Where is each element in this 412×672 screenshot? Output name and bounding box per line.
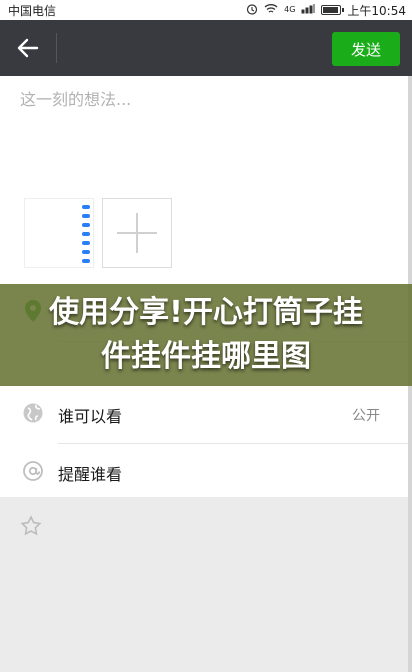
thumbnail-row: [28, 211, 90, 220]
back-arrow-icon[interactable]: [0, 20, 56, 76]
status-left: 中国电信: [8, 2, 56, 19]
top-app-bar: 发送: [0, 20, 412, 76]
at-icon: [22, 460, 44, 486]
who-can-see-label: 谁可以看: [58, 407, 123, 426]
alarm-icon: [246, 3, 258, 18]
header-divider: [56, 33, 57, 63]
status-bar: 中国电信 4G 上午10:54: [0, 0, 412, 20]
who-can-see-option[interactable]: 谁可以看 公开: [0, 386, 412, 444]
thumbnail-row: [28, 238, 90, 247]
thumbnail-row: [28, 247, 90, 256]
globe-icon: [22, 402, 44, 428]
toggle-icon: [82, 222, 90, 227]
who-can-see-value: 公开: [352, 408, 380, 424]
star-icon: [20, 515, 42, 541]
attached-image-thumbnail[interactable]: [24, 198, 94, 268]
signal-icon: [301, 3, 315, 17]
plus-icon: [117, 213, 157, 253]
remind-who-label: 提醒谁看: [58, 465, 123, 484]
battery-icon: [321, 5, 345, 15]
add-photo-button[interactable]: [102, 198, 172, 268]
thumbnail-row: [28, 220, 90, 229]
thumbnail-row: [28, 229, 90, 238]
thumbnail-row: [28, 256, 90, 265]
toggle-icon: [82, 231, 90, 236]
overlay-title: 使用分享!开心打筒子挂件挂件挂哪里图: [49, 295, 363, 374]
lower-background: [0, 497, 412, 672]
toggle-icon: [82, 204, 90, 209]
toggle-icon: [82, 249, 90, 254]
toggle-icon: [82, 240, 90, 245]
carrier-label: 中国电信: [8, 3, 57, 18]
network-type: 4G: [284, 6, 295, 14]
wifi-icon: [264, 3, 278, 17]
send-button[interactable]: 发送: [332, 32, 400, 66]
toggle-icon: [82, 213, 90, 218]
toggle-icon: [82, 258, 90, 263]
network-label: 4G: [284, 5, 296, 14]
status-time: 上午10:54: [347, 3, 406, 18]
status-right: 4G 上午10:54: [246, 2, 406, 19]
thumbnail-row: [28, 202, 90, 211]
remind-who-option[interactable]: 提醒谁看: [0, 444, 412, 502]
post-text-input[interactable]: 这一刻的想法...: [20, 86, 131, 110]
overlay-banner: 使用分享!开心打筒子挂件挂件挂哪里图: [0, 284, 412, 386]
